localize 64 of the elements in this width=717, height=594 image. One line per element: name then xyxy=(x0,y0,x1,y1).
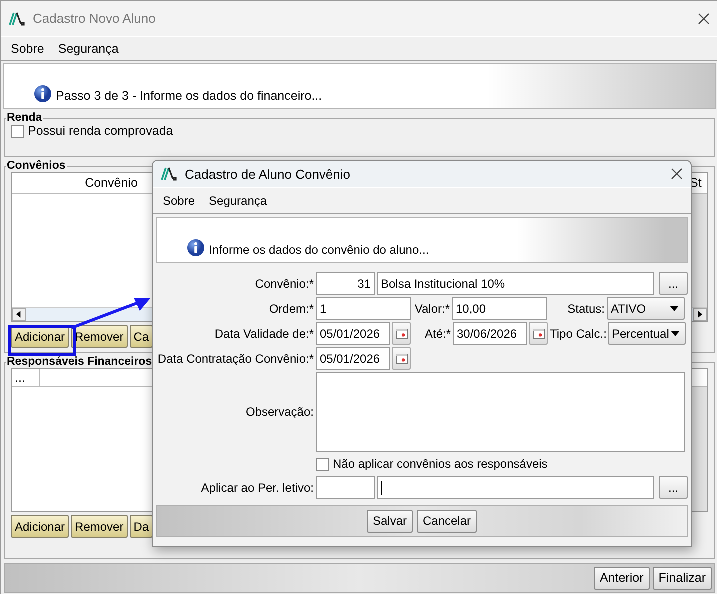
button[interactable]: Salvar xyxy=(366,510,413,532)
calendar-button[interactable] xyxy=(392,347,411,370)
button[interactable]: Anterior xyxy=(594,566,650,590)
field-label: Aplicar ao Per. letivo: xyxy=(200,480,314,494)
menu-item[interactable]: Segurança xyxy=(58,42,119,56)
close-icon[interactable] xyxy=(671,168,683,180)
text-field[interactable]: 30/06/2026 xyxy=(453,322,527,345)
field-label: Até:* xyxy=(424,326,451,340)
header-message: Passo 3 de 3 - Informe os dados do financeiro... xyxy=(56,89,322,103)
text-field[interactable]: 1 xyxy=(316,297,411,320)
dropdown[interactable]: ATIVO xyxy=(607,297,685,320)
calendar-icon xyxy=(396,354,408,364)
text-field[interactable]: 05/01/2026 xyxy=(316,347,390,370)
checkbox[interactable] xyxy=(316,458,329,470)
calendar-button[interactable] xyxy=(392,322,411,345)
field-label: Valor:* xyxy=(414,302,450,316)
group-title: Responsáveis Financeiros xyxy=(6,356,154,368)
text-field[interactable]: 05/01/2026 xyxy=(316,322,390,345)
text-field[interactable]: 10,00 xyxy=(452,297,547,320)
field-label: Observação: xyxy=(244,405,314,419)
text-area[interactable] xyxy=(316,372,685,452)
text-field[interactable] xyxy=(377,476,654,499)
caret-icon xyxy=(670,306,679,312)
dropdown[interactable]: Percentual xyxy=(608,322,686,345)
browse-button[interactable]: ... xyxy=(659,476,688,499)
close-icon[interactable] xyxy=(698,12,710,24)
button[interactable]: Remover xyxy=(71,515,128,538)
field-label: Data Contratação Convênio:* xyxy=(156,352,314,366)
info-icon xyxy=(34,85,52,103)
text-field[interactable]: 31 xyxy=(316,272,375,295)
info-icon xyxy=(187,239,205,257)
field-label: Tipo Calc.: xyxy=(550,326,606,340)
menu-item[interactable]: Sobre xyxy=(163,194,196,208)
text-field[interactable] xyxy=(316,476,375,499)
button[interactable]: Da xyxy=(130,515,154,538)
field-label: Convênio:* xyxy=(254,276,314,290)
calendar-icon xyxy=(532,328,544,338)
column-header[interactable]: ... xyxy=(12,369,40,386)
button[interactable]: Ca xyxy=(130,325,154,348)
browse-button[interactable]: ... xyxy=(659,272,688,295)
logo-icon xyxy=(161,167,177,181)
text-cursor xyxy=(381,480,382,494)
button[interactable]: Finalizar xyxy=(652,566,712,590)
caret-icon xyxy=(671,330,680,336)
menu-item[interactable]: Sobre xyxy=(11,42,44,56)
field-label: Data Validade de:* xyxy=(214,326,314,340)
header-message: Informe os dados do convênio do aluno... xyxy=(209,243,430,257)
group-title: Convênios xyxy=(6,160,67,172)
calendar-icon xyxy=(396,328,408,338)
checkbox[interactable] xyxy=(11,124,24,138)
button[interactable]: Remover xyxy=(71,325,128,348)
field-label: Ordem:* xyxy=(268,302,314,316)
menu-item[interactable]: Segurança xyxy=(209,194,268,208)
window-title: Cadastro Novo Aluno xyxy=(33,11,156,26)
checkbox-label[interactable]: Não aplicar convênios aos responsáveis xyxy=(333,457,548,471)
button[interactable]: Cancelar xyxy=(416,510,478,532)
field-label: Status: xyxy=(566,302,605,316)
calendar-button[interactable] xyxy=(529,322,548,345)
text-field[interactable]: Bolsa Institucional 10% xyxy=(377,272,654,295)
button[interactable]: Adicionar xyxy=(11,515,70,538)
logo-icon xyxy=(9,12,25,26)
highlight-box xyxy=(8,325,76,356)
group-title: Renda xyxy=(6,112,44,124)
checkbox-label[interactable]: Possui renda comprovada xyxy=(28,124,174,138)
